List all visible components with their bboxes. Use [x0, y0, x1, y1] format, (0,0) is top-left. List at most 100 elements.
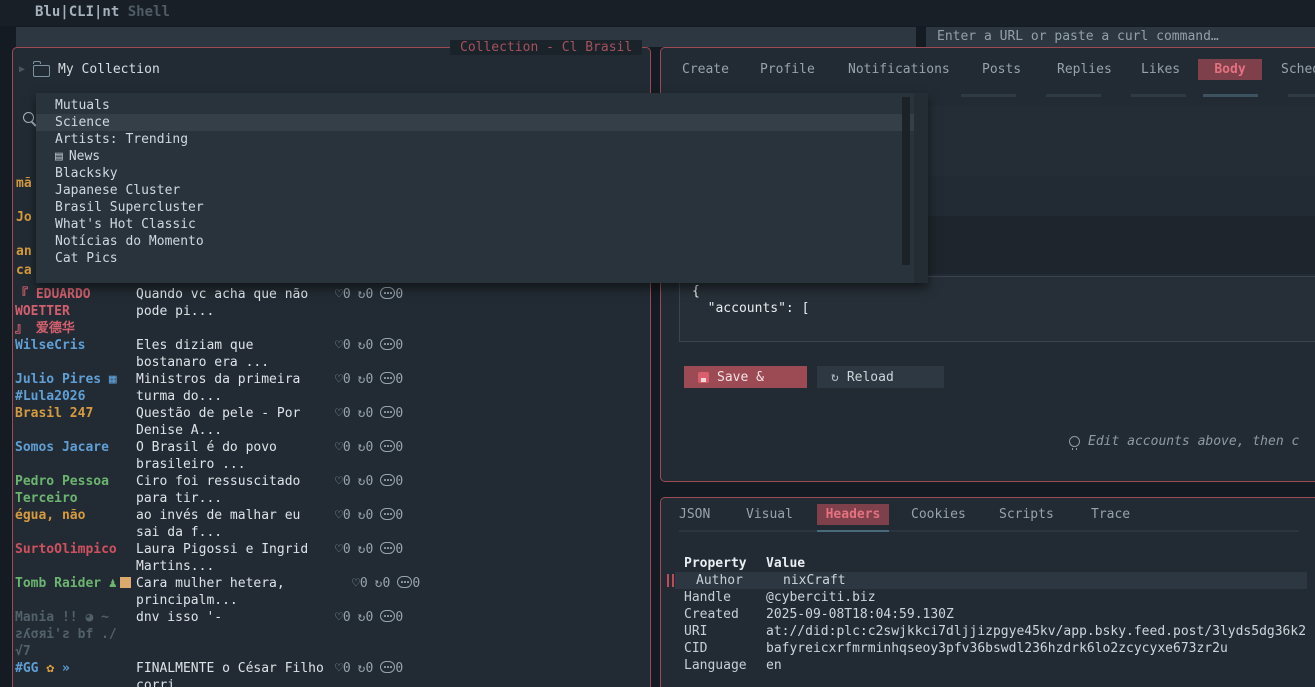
- tab-cookies[interactable]: Cookies: [911, 507, 966, 522]
- dropdown-item[interactable]: ▤News: [36, 148, 928, 165]
- feed-dropdown: Mutuals Science Artists: Trending ▤News …: [36, 93, 928, 283]
- tab-likes[interactable]: Likes: [1141, 62, 1180, 77]
- feed-post-row[interactable]: #GG ✿ » FINALMENTE o César Filho corri..…: [15, 660, 457, 687]
- feed-post-row[interactable]: Tomb Raider ♟ Cara mulher hetera, princi…: [15, 575, 457, 609]
- like-icon[interactable]: ♡: [335, 287, 343, 302]
- obscured-author-fragment: an: [16, 244, 32, 259]
- dropdown-item[interactable]: Blacksky: [36, 165, 928, 182]
- row-selection-mark: [667, 574, 669, 587]
- tab-scripts[interactable]: Scripts: [999, 507, 1054, 522]
- post-author: Tomb Raider: [15, 576, 101, 591]
- tab-headers-active[interactable]: Headers: [817, 504, 889, 525]
- tab-posts[interactable]: Posts: [982, 62, 1021, 77]
- feed-post-row[interactable]: Mania !! ◕ ~ ƨʎσяi'ƨ bf ./ √7 dnv isso '…: [15, 609, 457, 660]
- tab-trace[interactable]: Trace: [1091, 507, 1130, 522]
- feed-post-row[interactable]: Julio Pires ▦ #Lula2026 Ministros da pri…: [15, 371, 457, 405]
- dropdown-item[interactable]: Notícias do Momento: [36, 233, 928, 250]
- dropdown-item[interactable]: What's Hot Classic: [36, 216, 928, 233]
- like-icon[interactable]: ♡: [335, 508, 343, 523]
- header-property[interactable]: Created: [684, 606, 739, 623]
- like-icon[interactable]: ♡: [335, 661, 343, 676]
- row-selection-mark: [672, 574, 674, 587]
- post-author-suffix: »: [62, 661, 70, 676]
- hint-row: Edit accounts above, then c: [1069, 434, 1299, 449]
- app-window: Blu|CLI|nt Shell Enter a URL or paste a …: [0, 0, 1315, 687]
- body-editor[interactable]: { "accounts": [: [679, 276, 1315, 342]
- header-property[interactable]: Author: [696, 572, 743, 589]
- post-text: dnv isso '-: [136, 609, 333, 660]
- feed-post-row[interactable]: Pedro Pessoa Terceiro Ciro foi ressuscit…: [15, 473, 457, 507]
- reply-icon[interactable]: [380, 440, 395, 452]
- feed-post-row[interactable]: Somos Jacare O Brasil é do povo brasilei…: [15, 439, 457, 473]
- reply-icon[interactable]: [380, 508, 395, 520]
- dropdown-item[interactable]: Artists: Trending: [36, 131, 928, 148]
- reply-icon[interactable]: [380, 338, 395, 350]
- app-name: Blu|CLI|nt: [35, 4, 119, 20]
- like-count: 0: [343, 287, 351, 302]
- reply-icon[interactable]: [380, 474, 395, 486]
- collection-panel-title: Collection - Cl Brasil: [450, 40, 642, 55]
- post-stats: ♡0↻00: [335, 439, 410, 473]
- like-icon[interactable]: ♡: [335, 542, 343, 557]
- feed-post-row[interactable]: SurtoOlimpico Laura Pigossi e Ingrid Mar…: [15, 541, 457, 575]
- tab-json[interactable]: JSON: [679, 507, 710, 522]
- column-header-value: Value: [766, 555, 805, 572]
- like-icon[interactable]: ♡: [335, 610, 343, 625]
- header-value: @cyberciti.biz: [766, 589, 876, 606]
- reload-button[interactable]: ↻ Reload: [817, 366, 944, 388]
- like-icon[interactable]: ♡: [335, 372, 343, 387]
- feed-post-row[interactable]: Brasil 247 Questão de pele - Por Denise …: [15, 405, 457, 439]
- reload-button-label: Reload: [847, 370, 894, 385]
- dropdown-item-highlighted[interactable]: Science: [36, 114, 928, 131]
- post-stats: ♡0↻00: [335, 473, 410, 507]
- tab-profile[interactable]: Profile: [760, 62, 815, 77]
- reply-icon[interactable]: [380, 372, 395, 384]
- tab-body-active[interactable]: Body: [1198, 59, 1262, 80]
- like-icon[interactable]: ♡: [335, 338, 343, 353]
- tab-schedule[interactable]: Schedule: [1281, 62, 1315, 77]
- save-button[interactable]: Save &: [684, 366, 807, 388]
- like-icon[interactable]: ♡: [335, 406, 343, 421]
- header-property[interactable]: CID: [684, 640, 707, 657]
- tab-underline: [961, 94, 1016, 97]
- header-property[interactable]: Handle: [684, 589, 731, 606]
- like-icon[interactable]: ♡: [335, 440, 343, 455]
- tab-notifications[interactable]: Notifications: [848, 62, 950, 77]
- feed-post-row[interactable]: WilseCris Eles diziam que bostanaro era …: [15, 337, 457, 371]
- person-icon: ♟: [109, 576, 117, 591]
- reply-icon[interactable]: [380, 287, 395, 299]
- dropdown-item[interactable]: Brasil Supercluster: [36, 199, 928, 216]
- url-placeholder: Enter a URL or paste a curl command…: [937, 29, 1219, 44]
- post-author: #GG: [15, 661, 38, 676]
- post-stats: ♡0↻00: [335, 660, 410, 687]
- post-stats: ♡0↻00: [335, 507, 410, 541]
- app-title: Blu|CLI|nt Shell: [35, 4, 170, 20]
- header-property[interactable]: Language: [684, 657, 747, 674]
- dropdown-item[interactable]: Mutuals: [36, 97, 928, 114]
- expand-triangle-icon[interactable]: ▶: [19, 64, 25, 75]
- header-property[interactable]: URI: [684, 623, 707, 640]
- dropdown-item[interactable]: Cat Pics: [36, 250, 928, 267]
- post-author: 『 EDUARDO WOETTER 』 爱德华: [15, 286, 136, 337]
- header-value: nixCraft: [783, 572, 846, 589]
- reply-icon[interactable]: [380, 406, 395, 418]
- like-icon[interactable]: ♡: [352, 576, 360, 591]
- like-icon[interactable]: ♡: [335, 474, 343, 489]
- tab-create[interactable]: Create: [682, 62, 729, 77]
- post-text: Eles diziam que bostanaro era ...: [136, 337, 333, 371]
- dropdown-scrollbar[interactable]: [902, 97, 910, 265]
- reply-icon[interactable]: [397, 576, 412, 588]
- reply-icon[interactable]: [380, 542, 395, 554]
- reply-icon[interactable]: [380, 610, 395, 622]
- feed-post-row[interactable]: égua, não ao invés de malhar eu sai da f…: [15, 507, 457, 541]
- dropdown-item[interactable]: Japanese Cluster: [36, 182, 928, 199]
- tab-visual[interactable]: Visual: [746, 507, 793, 522]
- collection-root-row[interactable]: ▶ My Collection: [19, 62, 160, 77]
- post-text: Ciro foi ressuscitado para tir...: [136, 473, 333, 507]
- post-stats: ♡0↻00: [335, 541, 410, 575]
- post-text: Cara mulher hetera, principalm...: [136, 575, 333, 609]
- reply-icon[interactable]: [380, 661, 395, 673]
- feed-post-row[interactable]: 『 EDUARDO WOETTER 』 爱德华 Quando vc acha q…: [15, 286, 457, 337]
- tab-replies[interactable]: Replies: [1057, 62, 1112, 77]
- post-author: Julio Pires ▦ #Lula2026: [15, 371, 136, 405]
